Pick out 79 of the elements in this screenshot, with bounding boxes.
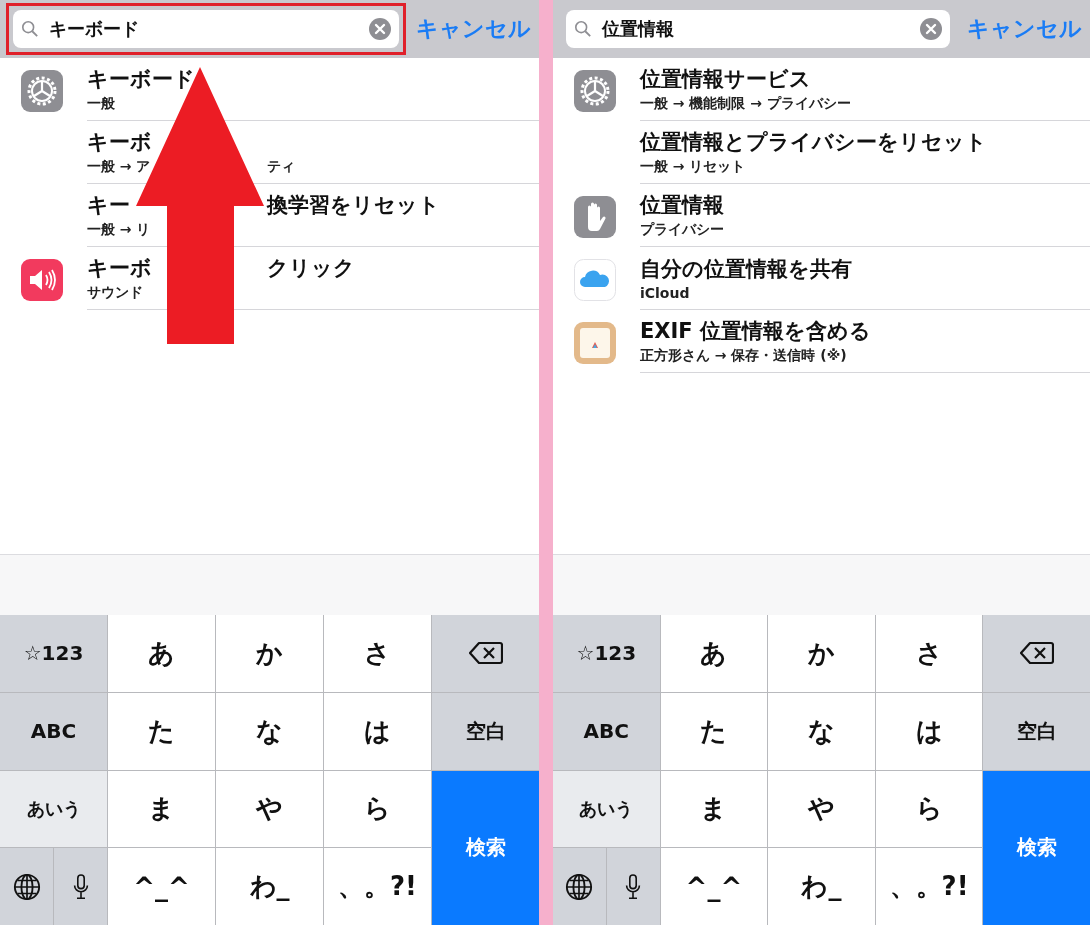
keyboard-key[interactable]: た — [108, 692, 215, 770]
keyboard-key[interactable]: 空白 — [983, 692, 1090, 770]
keyboard-key[interactable]: 検索 — [983, 770, 1090, 925]
keyboard-key[interactable]: わ_ — [768, 848, 875, 925]
delete-icon — [468, 641, 503, 666]
result-path: 一般 — [87, 95, 115, 111]
keyboard-key[interactable]: な — [768, 692, 875, 770]
microphone-key[interactable] — [606, 848, 660, 925]
microphone-icon — [625, 872, 642, 901]
microphone-key[interactable] — [54, 848, 107, 925]
result-title[interactable]: 自分の位置情報を共有 — [640, 257, 852, 281]
keyboard-key[interactable]: 空白 — [432, 692, 539, 770]
search-field[interactable]: 位置情報 — [566, 10, 950, 48]
keyboard-key[interactable]: ABC — [0, 692, 107, 770]
keyboard-key[interactable]: か — [768, 615, 875, 692]
search-icon — [574, 20, 592, 38]
result-path: プライバシー — [640, 221, 724, 237]
gear-icon — [573, 70, 616, 112]
app-icon — [573, 322, 616, 364]
keyboard-key[interactable]: ☆123 — [0, 615, 107, 692]
result-title[interactable]: 位置情報サービス — [640, 67, 811, 91]
keyboard-key[interactable]: た — [660, 692, 768, 770]
delete-icon — [1019, 641, 1054, 666]
result-title[interactable]: キーボ — [87, 130, 152, 154]
result-path: 正方形さん → 保存・送信時 (※) — [640, 347, 847, 363]
clear-icon[interactable] — [369, 18, 391, 40]
globe-icon — [12, 872, 41, 901]
keyboard-key[interactable]: あいう — [553, 770, 660, 848]
result-title[interactable]: キーボ — [87, 254, 152, 282]
keyboard-key[interactable]: 、。?! — [875, 848, 983, 925]
delete-key[interactable] — [432, 615, 539, 692]
result-title[interactable]: EXIF 位置情報を含める — [640, 319, 871, 343]
result-title[interactable]: キー — [87, 191, 130, 219]
keyboard-key[interactable]: や — [768, 770, 875, 848]
keyboard-key[interactable]: さ — [324, 615, 431, 692]
keyboard-key[interactable]: あ — [108, 615, 215, 692]
keyboard-key[interactable]: ま — [660, 770, 768, 848]
microphone-icon — [72, 872, 89, 901]
result-path: 一般 → リ — [87, 221, 151, 237]
keyboard-key[interactable]: わ_ — [216, 848, 323, 925]
result-title[interactable]: クリック — [267, 254, 355, 282]
keyboard-key[interactable]: ^_^ — [660, 848, 768, 925]
result-title[interactable]: 換学習をリセット — [267, 191, 440, 219]
keyboard-key[interactable]: ら — [324, 770, 431, 848]
speaker-icon — [20, 259, 63, 301]
result-path: ティ — [267, 158, 295, 176]
hand-icon — [573, 196, 616, 238]
result-path: iCloud — [640, 285, 690, 301]
keyboard-key[interactable]: や — [216, 770, 323, 848]
keyboard-key[interactable]: 、。?! — [324, 848, 431, 925]
result-path: 一般 → リセット — [640, 158, 746, 174]
globe-key[interactable] — [0, 848, 53, 925]
clear-icon[interactable] — [920, 18, 942, 40]
keyboard-key[interactable]: ABC — [553, 692, 660, 770]
result-path: サウンド — [87, 284, 143, 300]
result-path: 一般 → ア — [87, 158, 151, 176]
keyboard-key[interactable]: は — [324, 692, 431, 770]
keyboard-key[interactable]: ^_^ — [108, 848, 215, 925]
keyboard-key[interactable]: ら — [875, 770, 983, 848]
result-title[interactable]: キーボード — [87, 67, 195, 91]
delete-key[interactable] — [983, 615, 1090, 692]
globe-icon — [565, 872, 594, 901]
result-path: 一般 → 機能制限 → プライバシー — [640, 95, 851, 111]
keyboard-key[interactable]: あいう — [0, 770, 107, 848]
keyboard-key[interactable]: 検索 — [432, 770, 539, 925]
keyboard-key[interactable]: か — [216, 615, 323, 692]
keyboard-key[interactable]: ☆123 — [553, 615, 660, 692]
result-title[interactable]: 位置情報 — [640, 193, 724, 217]
globe-key[interactable] — [553, 848, 606, 925]
keyboard-key[interactable]: あ — [660, 615, 768, 692]
keyboard-key[interactable]: な — [216, 692, 323, 770]
keyboard-key[interactable]: ま — [108, 770, 215, 848]
search-icon — [21, 20, 39, 38]
cloud-icon — [573, 259, 616, 301]
result-title[interactable]: 位置情報とプライバシーをリセット — [640, 130, 987, 154]
gear-icon — [20, 70, 63, 112]
keyboard-key[interactable]: さ — [875, 615, 983, 692]
keyboard-key[interactable]: は — [875, 692, 983, 770]
search-field[interactable]: キーボード — [13, 10, 399, 48]
